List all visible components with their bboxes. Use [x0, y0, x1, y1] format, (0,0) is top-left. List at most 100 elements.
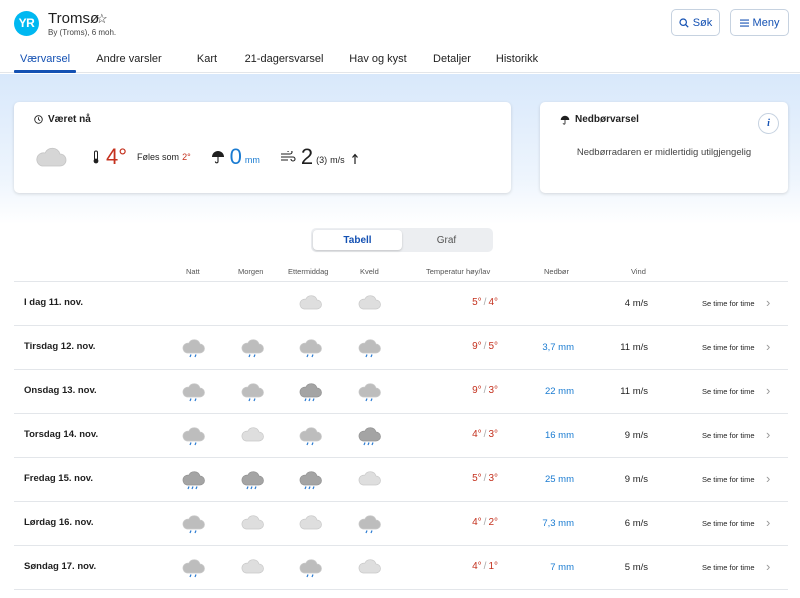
temperature-high-low: 9°/5° — [434, 341, 498, 352]
temperature-low: 2° — [488, 517, 498, 528]
wind-speed: 11 m/s — [620, 386, 648, 397]
day-label: Onsdag 13. nov. — [24, 385, 97, 396]
heavy-rain-icon — [299, 381, 323, 402]
forecast-row[interactable]: Lørdag 16. nov. 4°/2° 7,3 mm 6 m/s Se time f… — [14, 502, 788, 546]
wind-unit: m/s — [330, 155, 345, 165]
cloud-icon — [299, 513, 323, 533]
day-label: Søndag 17. nov. — [24, 561, 97, 572]
graph-view-button[interactable]: Graf — [402, 230, 491, 250]
tab-history[interactable]: Historikk — [484, 50, 550, 73]
wind-speed: 6 m/s — [624, 518, 648, 529]
current-weather-title: Været nå — [48, 114, 91, 125]
hourly-link[interactable]: Se time for time — [702, 519, 755, 528]
rain-icon — [182, 381, 206, 402]
current-weather-heading: Været nå — [34, 114, 91, 125]
rain-icon — [358, 337, 382, 358]
temperature-high: 9° — [472, 341, 482, 352]
temperature-low: 3° — [488, 385, 498, 396]
menu-button[interactable]: Meny — [730, 9, 789, 36]
precipitation-amount: 3,7 mm — [542, 342, 574, 353]
search-icon — [679, 17, 689, 28]
hamburger-icon — [739, 19, 749, 27]
temperature-separator: / — [483, 297, 487, 308]
forecast-row[interactable]: Søndag 17. nov. 4°/1° 7 mm 5 m/s Se time for… — [14, 546, 788, 590]
tab-forecast[interactable]: Værvarsel — [14, 50, 76, 73]
rain-icon — [299, 557, 323, 578]
empty-icon-slot — [241, 293, 265, 313]
precipitation-unit: mm — [244, 155, 260, 165]
cloud-icon — [358, 557, 382, 577]
hourly-link[interactable]: Se time for time — [702, 299, 755, 308]
current-precipitation: 0 — [229, 144, 242, 169]
tab-sea-coast[interactable]: Hav og kyst — [336, 50, 420, 73]
day-label: Torsdag 14. nov. — [24, 429, 99, 440]
place-subtitle: By (Troms), 6 moh. — [48, 28, 117, 37]
hourly-link[interactable]: Se time for time — [702, 343, 755, 352]
heavy-rain-icon — [299, 469, 323, 490]
current-temperature: 4° — [106, 144, 128, 169]
temperature-high-low: 4°/3° — [434, 429, 498, 440]
precipitation-amount: 16 mm — [544, 430, 574, 441]
table-view-button[interactable]: Tabell — [313, 230, 402, 250]
forecast-row[interactable]: Tirsdag 12. nov. 9°/5° 3,7 mm 11 m/s Se time… — [14, 326, 788, 370]
thermometer-icon — [93, 150, 99, 164]
site-header: YR Tromsø ☆ By (Troms), 6 moh. Søk Meny … — [0, 0, 800, 73]
heavy-rain-icon — [241, 469, 265, 490]
temperature-low: 4° — [488, 297, 498, 308]
tab-details[interactable]: Detaljer — [420, 50, 484, 73]
wind-speed: 5 m/s — [624, 562, 648, 573]
forecast-row[interactable]: Torsdag 14. nov. 4°/3° 16 mm 9 m/s Se time f… — [14, 414, 788, 458]
wind-speed: 11 m/s — [620, 342, 648, 353]
tab-other-warnings[interactable]: Andre varsler — [76, 50, 182, 73]
wind-speed: 4 m/s — [624, 298, 648, 309]
cloud-icon — [36, 147, 67, 167]
view-toggle: Tabell Graf — [311, 228, 493, 252]
column-afternoon: Ettermiddag — [288, 267, 329, 276]
tab-21-day[interactable]: 21-dagersvarsel — [232, 50, 336, 73]
clock-icon — [34, 115, 43, 124]
cloud-icon — [241, 425, 265, 445]
temperature-low: 1° — [488, 561, 498, 572]
tab-map[interactable]: Kart — [182, 50, 232, 73]
forecast-row[interactable]: Fredag 15. nov. 5°/3° 25 mm 9 m/s Se time fo… — [14, 458, 788, 502]
chevron-right-icon: › — [766, 471, 771, 486]
main-tabs: Værvarsel Andre varsler Kart 21-dagersva… — [14, 50, 550, 73]
favorite-star-icon[interactable]: ☆ — [96, 11, 108, 27]
rain-icon — [182, 337, 206, 358]
yr-logo[interactable]: YR — [14, 11, 39, 36]
info-button[interactable]: i — [758, 113, 779, 134]
day-label: Lørdag 16. nov. — [24, 517, 94, 528]
hourly-link[interactable]: Se time for time — [702, 475, 755, 484]
temperature-separator: / — [483, 473, 487, 484]
heavy-rain-icon — [182, 469, 206, 490]
umbrella-icon — [211, 151, 224, 164]
radar-unavailable-message: Nedbørradaren er midlertidig utilgjengel… — [576, 147, 752, 158]
chevron-right-icon: › — [766, 515, 771, 530]
temperature-high-low: 4°/1° — [434, 561, 498, 572]
search-button[interactable]: Søk — [671, 9, 720, 36]
precipitation-amount: 22 mm — [544, 386, 574, 397]
rain-icon — [299, 337, 323, 358]
temperature-low: 5° — [488, 341, 498, 352]
forecast-row[interactable]: I dag 11. nov. 5°/4° 4 m/s Se time for time… — [14, 282, 788, 326]
temperature-separator: / — [483, 561, 487, 572]
precipitation-title: Nedbørvarsel — [575, 114, 639, 125]
chevron-right-icon: › — [766, 427, 771, 442]
wind-direction-arrow-icon — [351, 153, 358, 164]
temperature-high-low: 5°/3° — [434, 473, 498, 484]
temperature-high: 4° — [472, 517, 482, 528]
precipitation-amount: 7 mm — [550, 562, 574, 573]
hourly-link[interactable]: Se time for time — [702, 387, 755, 396]
column-wind: Vind — [631, 267, 646, 276]
temperature-high: 5° — [472, 473, 482, 484]
feels-like-value: 2° — [182, 152, 191, 162]
column-evening: Kveld — [360, 267, 379, 276]
hourly-link[interactable]: Se time for time — [702, 563, 755, 572]
wind-icon — [280, 151, 296, 162]
precipitation-heading: Nedbørvarsel — [560, 114, 639, 125]
cloud-icon — [358, 469, 382, 489]
forecast-row[interactable]: Onsdag 13. nov. 9°/3° 22 mm 11 m/s Se time f… — [14, 370, 788, 414]
chevron-right-icon: › — [766, 559, 771, 574]
hourly-link[interactable]: Se time for time — [702, 431, 755, 440]
temperature-high: 4° — [472, 429, 482, 440]
